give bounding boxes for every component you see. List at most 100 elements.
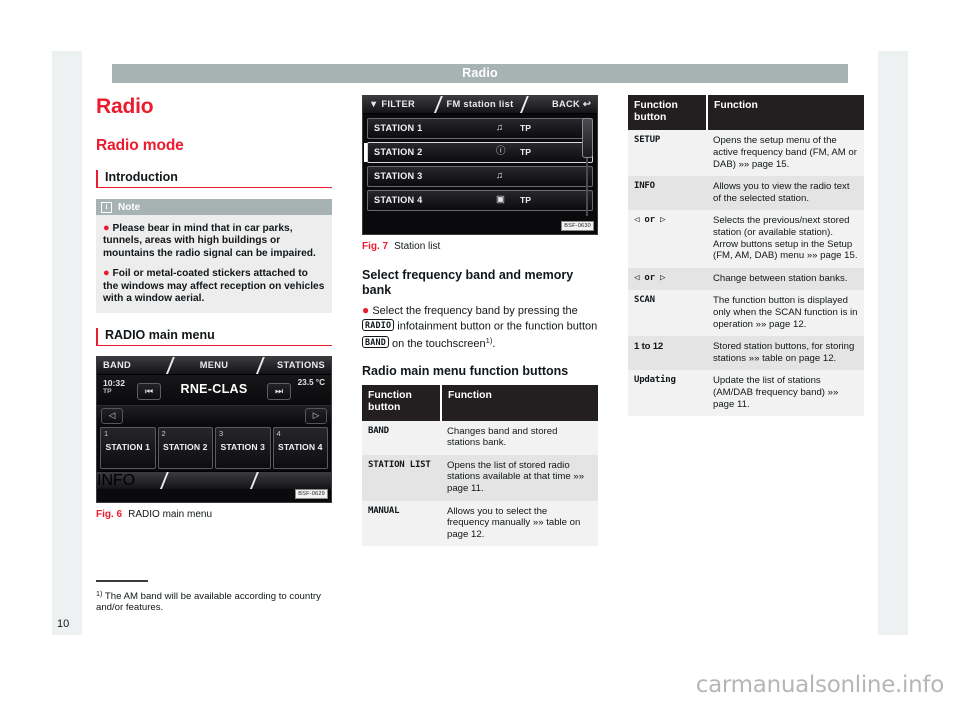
bank-arrows-icon: ◁ or ▷	[628, 267, 707, 291]
table-row: 1 to 12 Stored station buttons, for stor…	[628, 336, 864, 371]
subheading-introduction: Introduction	[96, 170, 332, 188]
station-list-row[interactable]: STATION 1 ♫ TP	[367, 118, 593, 139]
skip-next-icon[interactable]: ⏭	[267, 383, 291, 401]
function-button-name: STATION LIST	[362, 454, 441, 501]
footnote-text: The AM band will be available according …	[96, 590, 321, 614]
tp-badge: TP	[520, 195, 531, 205]
station-list: STATION 1 ♫ TP STATION 2 ⓘ TP STATION 3 …	[363, 114, 597, 226]
function-description: Opens the list of stored radio stations …	[441, 454, 598, 501]
table-header-function-button: Function button	[628, 95, 708, 131]
function-description: Allows you to select the frequency manua…	[441, 500, 598, 547]
softkey-info[interactable]: INFO	[97, 472, 331, 489]
preset-number: 4	[276, 429, 281, 439]
preset-button-4[interactable]: 4 STATION 4	[272, 427, 328, 470]
softkey-back[interactable]: BACK ↩	[552, 96, 591, 113]
scrollbar-thumb[interactable]	[582, 118, 593, 158]
footnote: 1) The AM band will be available accordi…	[96, 580, 346, 614]
paragraph-end: .	[492, 337, 496, 350]
note-body: ● Please bear in mind that in car parks,…	[96, 215, 332, 313]
function-button-name: 1 to 12	[628, 336, 707, 371]
note-bullet-1-text: Please bear in mind that in car parks, t…	[103, 223, 316, 259]
table-row: STATION LIST Opens the list of stored ra…	[362, 454, 598, 501]
softkey-stations[interactable]: STATIONS	[277, 357, 325, 374]
station-list-row[interactable]: STATION 4 ▣ TP	[367, 190, 593, 211]
subheading-radio-main-menu: RADIO main menu	[96, 328, 332, 347]
bullet-glyph: ●	[103, 222, 110, 234]
back-arrow-icon: ↩	[582, 99, 591, 109]
note-header: i Note	[96, 199, 332, 215]
table-row: SCAN The function button is displayed on…	[628, 290, 864, 337]
footnote-text-wrapper: 1) The AM band will be available accordi…	[96, 588, 346, 615]
table-row: Updating Update the list of stations (AM…	[628, 370, 864, 417]
station-name: STATION 3	[374, 171, 423, 181]
preset-name: STATION 1	[105, 442, 150, 453]
bank-next-icon[interactable]: ▷	[305, 408, 327, 425]
page-number: 10	[57, 618, 70, 630]
function-description: Opens the setup menu of the active frequ…	[707, 130, 864, 177]
function-description: Allows you to view the radio text of the…	[707, 176, 864, 211]
note-box: i Note ● Please bear in mind that in car…	[96, 199, 332, 314]
scrollbar-rail	[585, 158, 588, 216]
table-radio-main-menu-buttons: Function button Function BAND Changes ba…	[362, 385, 598, 547]
figure-text: RADIO main menu	[128, 509, 213, 521]
heading-select-band: Select frequency band and memory bank	[362, 268, 574, 297]
preset-name: STATION 3	[220, 442, 265, 453]
paragraph-part-1: Select the frequency band by pressing th…	[372, 305, 578, 317]
column-right: Function button Function SETUP Opens the…	[628, 95, 864, 417]
bullet-glyph: ●	[103, 267, 110, 280]
tp-badge: TP	[520, 147, 531, 157]
preset-button-3[interactable]: 3 STATION 3	[215, 427, 271, 470]
watermark: carmanualsonline.info	[695, 672, 945, 698]
table-header-function: Function	[707, 95, 864, 131]
station-list-row-selected[interactable]: STATION 2 ⓘ TP	[364, 142, 593, 163]
table-header-function: Function	[441, 385, 598, 421]
current-station-name: RNE-CLAS	[180, 382, 248, 397]
function-button-name: Updating	[628, 370, 707, 417]
key-radio: RADIO	[362, 318, 395, 331]
preset-button-1[interactable]: 1 STATION 1	[100, 427, 156, 470]
preset-number: 3	[219, 429, 224, 439]
function-description: Update the list of stations (AM/DAB freq…	[707, 370, 864, 417]
station-name: STATION 4	[374, 195, 423, 205]
function-description: Change between station banks.	[707, 267, 864, 291]
table-row: ◁ or ▷ Selects the previous/next stored …	[628, 210, 864, 268]
figure-text: Station list	[394, 241, 441, 252]
table-row: MANUAL Allows you to select the frequenc…	[362, 500, 598, 547]
running-header-title: Radio	[462, 66, 498, 80]
function-button-name: SETUP	[628, 130, 707, 177]
screen-top-bar: BAND MENU STATIONS	[97, 357, 331, 376]
function-button-name: BAND	[362, 420, 441, 455]
station-name: STATION 1	[374, 123, 423, 133]
paragraph-part-2: infotainment button or the function butt…	[397, 320, 598, 333]
table-row: BAND Changes band and stored stations ba…	[362, 420, 598, 455]
screen-info-line: 10:32 TP 23.5 °C ⏮ RNE-CLAS ⏭	[97, 375, 331, 406]
running-header: Radio	[112, 64, 848, 83]
vertical-scrollbar[interactable]	[582, 118, 593, 218]
music-note-icon: ♫	[496, 170, 504, 181]
infotainment-screen-radio-main-menu: BAND MENU STATIONS 10:32 TP 23.5 °C ⏮ RN…	[96, 356, 332, 504]
function-description: Changes band and stored stations bank.	[441, 420, 598, 455]
function-description: Selects the previous/next stored station…	[707, 210, 864, 268]
image-icon: ▣	[496, 194, 505, 205]
station-list-row[interactable]: STATION 3 ♫	[367, 166, 593, 187]
column-middle: ▼ FILTER FM station list BACK ↩ STATION …	[362, 95, 598, 547]
table-row: INFO Allows you to view the radio text o…	[628, 176, 864, 211]
table-header-function-button: Function button	[362, 385, 442, 421]
function-button-name: SCAN	[628, 290, 707, 337]
paragraph-select-band: ● Select the frequency band by pressing …	[362, 303, 598, 351]
column-left: Radio Radio mode Introduction i Note ● P…	[96, 95, 332, 521]
preset-buttons: 1 STATION 1 2 STATION 2 3 STATION 3 4 ST…	[97, 424, 331, 471]
infotainment-screen-station-list: ▼ FILTER FM station list BACK ↩ STATION …	[362, 95, 598, 235]
preset-button-2[interactable]: 2 STATION 2	[157, 427, 213, 470]
footnote-rule	[96, 580, 148, 582]
image-id-label: BSF-0629	[295, 489, 328, 500]
screen-top-bar: ▼ FILTER FM station list BACK ↩	[363, 96, 597, 114]
station-name: STATION 2	[374, 147, 423, 157]
clock-icon: ⓘ	[496, 146, 506, 157]
preset-name: STATION 4	[277, 442, 323, 453]
table-row: SETUP Opens the setup menu of the active…	[628, 130, 864, 177]
paragraph-part-3: on the touchscreen	[392, 337, 486, 350]
note-label: Note	[118, 201, 141, 213]
note-bullet-2-text: Foil or metal-coated stickers attached t…	[103, 268, 325, 305]
bank-previous-icon[interactable]: ◁	[101, 408, 123, 425]
